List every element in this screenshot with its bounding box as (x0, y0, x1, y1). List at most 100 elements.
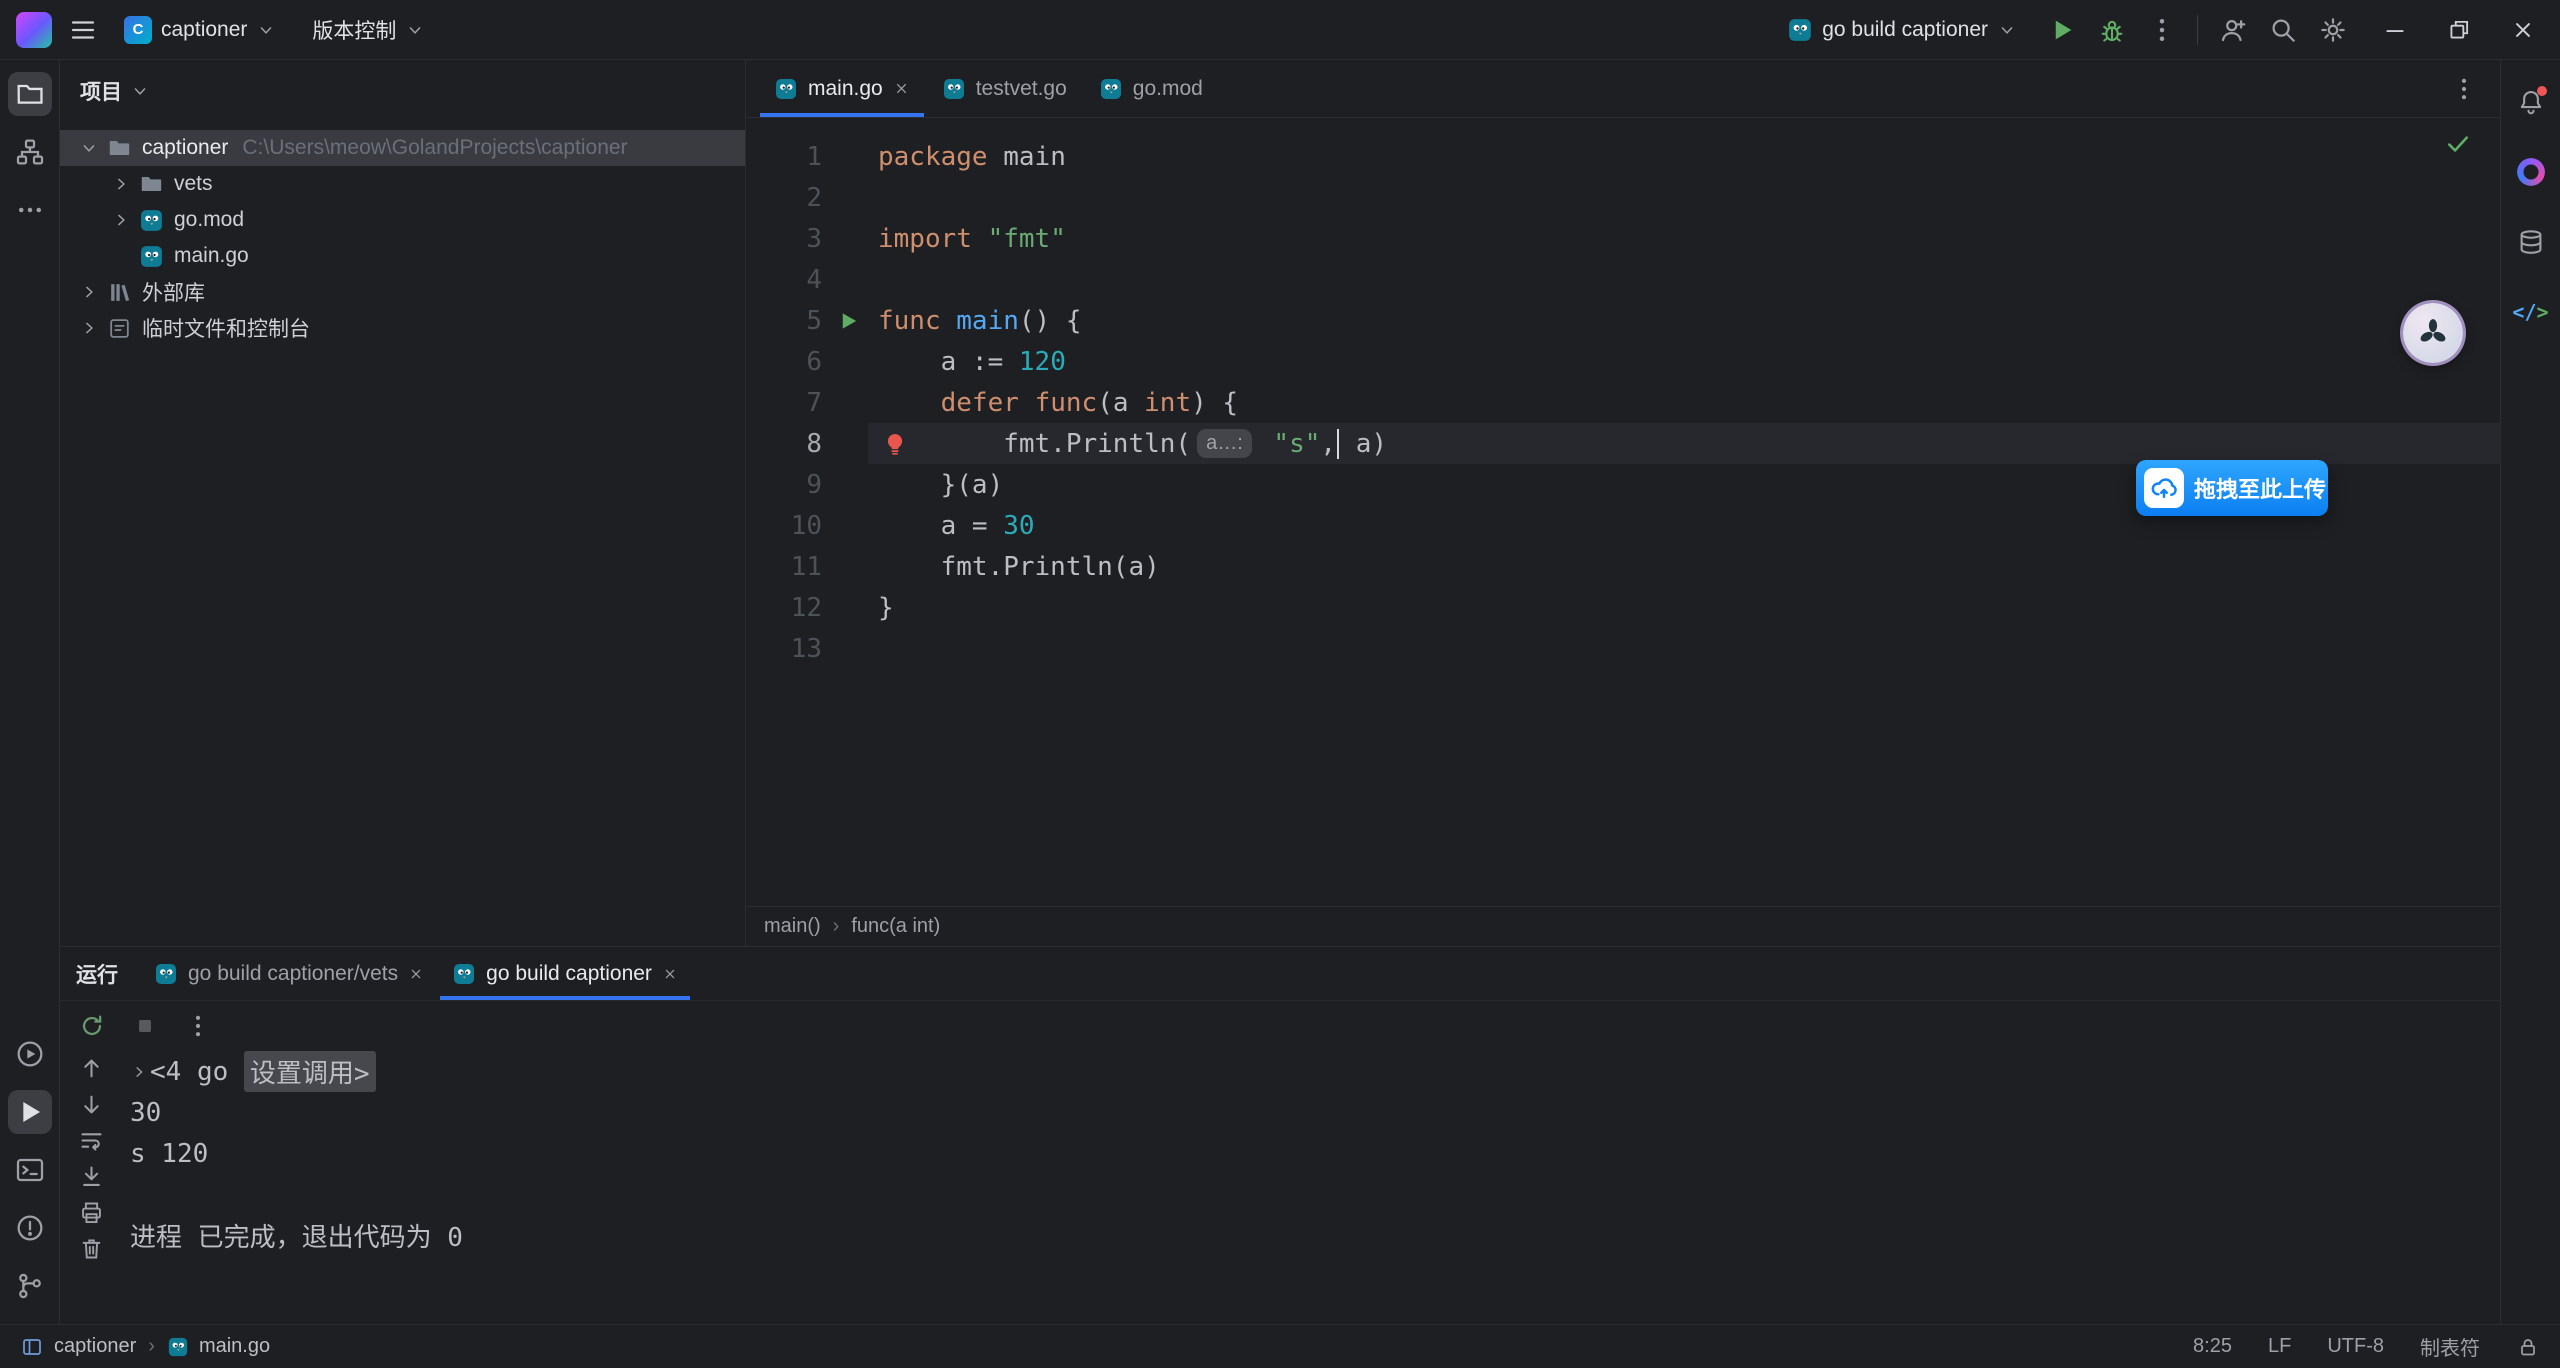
readonly-lock-icon[interactable] (2516, 1335, 2540, 1359)
breadcrumb-item[interactable]: main() (764, 915, 821, 938)
rerun-button[interactable] (78, 1012, 106, 1040)
minimize-button[interactable] (2382, 17, 2408, 43)
caret-position-widget[interactable]: 8:25 (2193, 1335, 2232, 1358)
run-tab-captioner[interactable]: go build captioner (438, 947, 692, 1000)
database-toolwindow-button[interactable] (2509, 220, 2553, 264)
tree-item-scratches[interactable]: 临时文件和控制台 (60, 310, 745, 346)
main-menu-icon[interactable] (68, 15, 98, 45)
tab-testvet-go[interactable]: testvet.go (926, 60, 1083, 117)
close-tab-icon[interactable] (662, 966, 678, 982)
run-tab-vets[interactable]: go build captioner/vets (140, 947, 438, 1000)
console-fold-chip[interactable]: 设置调用> (244, 1051, 376, 1092)
restore-button[interactable] (2446, 17, 2472, 43)
code-line-2[interactable] (868, 177, 2500, 218)
up-stacktrace-icon[interactable] (78, 1055, 105, 1082)
chevron-right-icon[interactable] (106, 210, 136, 230)
inspections-ok-icon[interactable] (2444, 130, 2472, 158)
print-icon[interactable] (78, 1199, 105, 1226)
code-line-8[interactable]: fmt.Println(a…: "s", a) (868, 423, 2500, 464)
fold-expand-icon[interactable] (130, 1063, 148, 1081)
close-button[interactable] (2510, 17, 2536, 43)
more-actions-button[interactable] (2147, 15, 2177, 45)
drag-to-upload-button[interactable]: 拖拽至此上传 (2136, 460, 2328, 516)
run-main-gutter-icon[interactable] (837, 309, 860, 332)
more-toolwindows-button[interactable] (8, 188, 52, 232)
code-line-5[interactable]: func main() { (868, 300, 2500, 341)
run-console[interactable]: <4 go 设置调用> 30 s 120 进程 已完成，退出代码为 0 (122, 1051, 2500, 1324)
git-toolwindow-button[interactable] (8, 1264, 52, 1308)
console-line-output[interactable]: 30 (130, 1092, 2500, 1133)
close-tab-icon[interactable] (408, 966, 424, 982)
code-line-1[interactable]: package main (868, 136, 2500, 177)
editor-options-icon[interactable] (2450, 75, 2478, 103)
code-token (1258, 429, 1274, 459)
parameter-hint-chip[interactable]: a…: (1197, 429, 1252, 458)
intention-bulb-icon[interactable] (882, 431, 908, 457)
code-line-13[interactable] (868, 628, 2500, 669)
project-panel-header[interactable]: 项目 (60, 60, 745, 122)
code-line-7[interactable]: defer func(a int) { (868, 382, 2500, 423)
upload-button-label: 拖拽至此上传 (2194, 472, 2326, 504)
floating-assistant-ball[interactable] (2403, 303, 2463, 363)
goland-window: C captioner 版本控制 go build captioner (0, 0, 2560, 1368)
problems-toolwindow-button[interactable] (8, 1206, 52, 1250)
tree-item-go-mod[interactable]: go.mod (60, 202, 745, 238)
run-button[interactable] (2047, 15, 2077, 45)
code-line-12[interactable]: } (868, 587, 2500, 628)
encoding-widget[interactable]: UTF-8 (2327, 1335, 2384, 1358)
close-tab-icon[interactable] (893, 80, 910, 97)
breadcrumb-item[interactable]: func(a int) (821, 915, 941, 938)
project-toolwindow-button[interactable] (8, 72, 52, 116)
tree-item-main-go[interactable]: main.go (60, 238, 745, 274)
chevron-right-icon[interactable] (74, 318, 104, 338)
code-token (972, 224, 988, 254)
tab-go-mod[interactable]: go.mod (1083, 60, 1219, 117)
chevron-right-icon[interactable] (74, 282, 104, 302)
chevron-right-icon[interactable] (106, 174, 136, 194)
tree-item-captioner[interactable]: captioner C:\Users\meow\GolandProjects\c… (60, 130, 745, 166)
chevron-down-icon[interactable] (74, 138, 104, 158)
code-line-6[interactable]: a := 120 (868, 341, 2500, 382)
search-everywhere-button[interactable] (2268, 15, 2298, 45)
code-line-3[interactable]: import "fmt" (868, 218, 2500, 259)
soft-wrap-icon[interactable] (78, 1127, 105, 1154)
services-toolwindow-button[interactable] (8, 1032, 52, 1076)
web-preview-button[interactable]: </> (2509, 290, 2553, 334)
tab-main-go[interactable]: main.go (758, 60, 926, 117)
code-with-me-button[interactable] (2218, 15, 2248, 45)
terminal-toolwindow-button[interactable] (8, 1148, 52, 1192)
run-more-options-button[interactable] (184, 1012, 212, 1040)
statusbar-project[interactable]: captioner (54, 1335, 136, 1358)
run-toolwindow-button[interactable] (8, 1090, 52, 1134)
gutter-line: 10 (746, 505, 868, 546)
toolwindow-toggle-icon[interactable] (20, 1335, 44, 1359)
run-config-label: go build captioner (1822, 18, 1988, 42)
clear-console-icon[interactable] (78, 1235, 105, 1262)
run-config-widget[interactable]: go build captioner (1777, 9, 2027, 51)
notifications-button[interactable] (2509, 80, 2553, 124)
debug-button[interactable] (2097, 15, 2127, 45)
scroll-to-end-icon[interactable] (78, 1163, 105, 1190)
console-toolbar (60, 1051, 122, 1324)
settings-button[interactable] (2318, 15, 2348, 45)
statusbar-file[interactable]: main.go (199, 1335, 270, 1358)
tree-item-vets[interactable]: vets (60, 166, 745, 202)
code-line-11[interactable]: fmt.Println(a) (868, 546, 2500, 587)
stop-button[interactable] (132, 1013, 158, 1039)
indent-widget[interactable]: 制表符 (2420, 1332, 2480, 1361)
tree-item-external-libraries[interactable]: 外部库 (60, 274, 745, 310)
gutter-line: 12 (746, 587, 868, 628)
console-line-exit-status[interactable]: 进程 已完成，退出代码为 0 (130, 1215, 2500, 1256)
structure-toolwindow-button[interactable] (8, 130, 52, 174)
gutter-line: 6 (746, 341, 868, 382)
vcs-widget[interactable]: 版本控制 (302, 9, 435, 51)
gutter-line: 5 (746, 300, 868, 341)
code-line-4[interactable] (868, 259, 2500, 300)
line-separator-widget[interactable]: LF (2268, 1335, 2291, 1358)
down-stacktrace-icon[interactable] (78, 1091, 105, 1118)
project-widget[interactable]: C captioner (114, 9, 286, 51)
code-token: main (956, 306, 1019, 336)
console-line-command[interactable]: <4 go 设置调用> (130, 1051, 2500, 1092)
ai-assistant-button[interactable] (2509, 150, 2553, 194)
console-line-output[interactable]: s 120 (130, 1133, 2500, 1174)
